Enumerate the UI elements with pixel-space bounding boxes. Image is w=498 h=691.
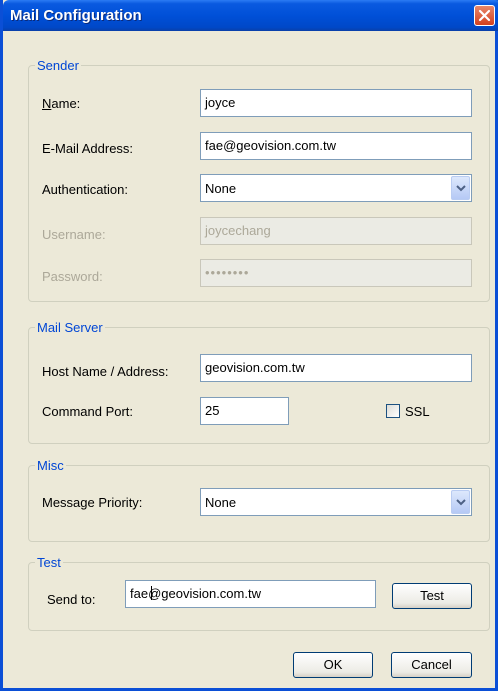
message-priority-value: None [205, 495, 237, 510]
test-legend: Test [37, 555, 61, 570]
ssl-label[interactable]: SSL [405, 404, 430, 419]
name-label: Name: [42, 96, 81, 111]
name-field[interactable]: joyce [200, 89, 472, 117]
authentication-dropdown-button[interactable] [451, 176, 470, 200]
username-field: joycechang [200, 217, 472, 245]
ok-button[interactable]: OK [293, 652, 373, 678]
send-to-label: Send to: [47, 592, 96, 607]
password-label: Password: [42, 269, 103, 284]
host-field[interactable]: geovision.com.tw [200, 354, 472, 382]
host-label: Host Name / Address: [42, 364, 169, 379]
username-label: Username: [42, 227, 106, 242]
send-to-field[interactable]: fae@geovision.com.tw [125, 580, 376, 608]
message-priority-dropdown-button[interactable] [451, 490, 470, 514]
sender-legend: Sender [37, 58, 79, 73]
mail-server-legend: Mail Server [37, 320, 103, 335]
misc-legend: Misc [37, 458, 64, 473]
message-priority-label: Message Priority: [42, 495, 143, 510]
close-button[interactable] [474, 5, 495, 26]
mail-configuration-dialog: Mail Configuration Sender Name: joyce E-… [0, 0, 498, 691]
message-priority-select[interactable]: None [200, 488, 472, 516]
ssl-checkbox[interactable] [386, 404, 400, 418]
test-button[interactable]: Test [392, 583, 472, 609]
window-title: Mail Configuration [10, 7, 142, 24]
cancel-button[interactable]: Cancel [391, 652, 472, 678]
command-port-label: Command Port: [42, 404, 134, 419]
text-cursor [151, 586, 152, 600]
email-field[interactable]: fae@geovision.com.tw [200, 132, 472, 160]
mail-server-group: Mail Server [28, 320, 490, 444]
chevron-down-icon [456, 499, 466, 506]
command-port-field[interactable]: 25 [200, 397, 289, 425]
title-bar[interactable]: Mail Configuration [3, 0, 498, 31]
close-icon [478, 9, 491, 22]
authentication-value: None [205, 181, 237, 196]
authentication-select[interactable]: None [200, 174, 472, 202]
chevron-down-icon [456, 185, 466, 192]
authentication-label: Authentication: [42, 182, 129, 197]
email-label: E-Mail Address: [42, 141, 134, 156]
password-field: •••••••• [200, 259, 472, 287]
